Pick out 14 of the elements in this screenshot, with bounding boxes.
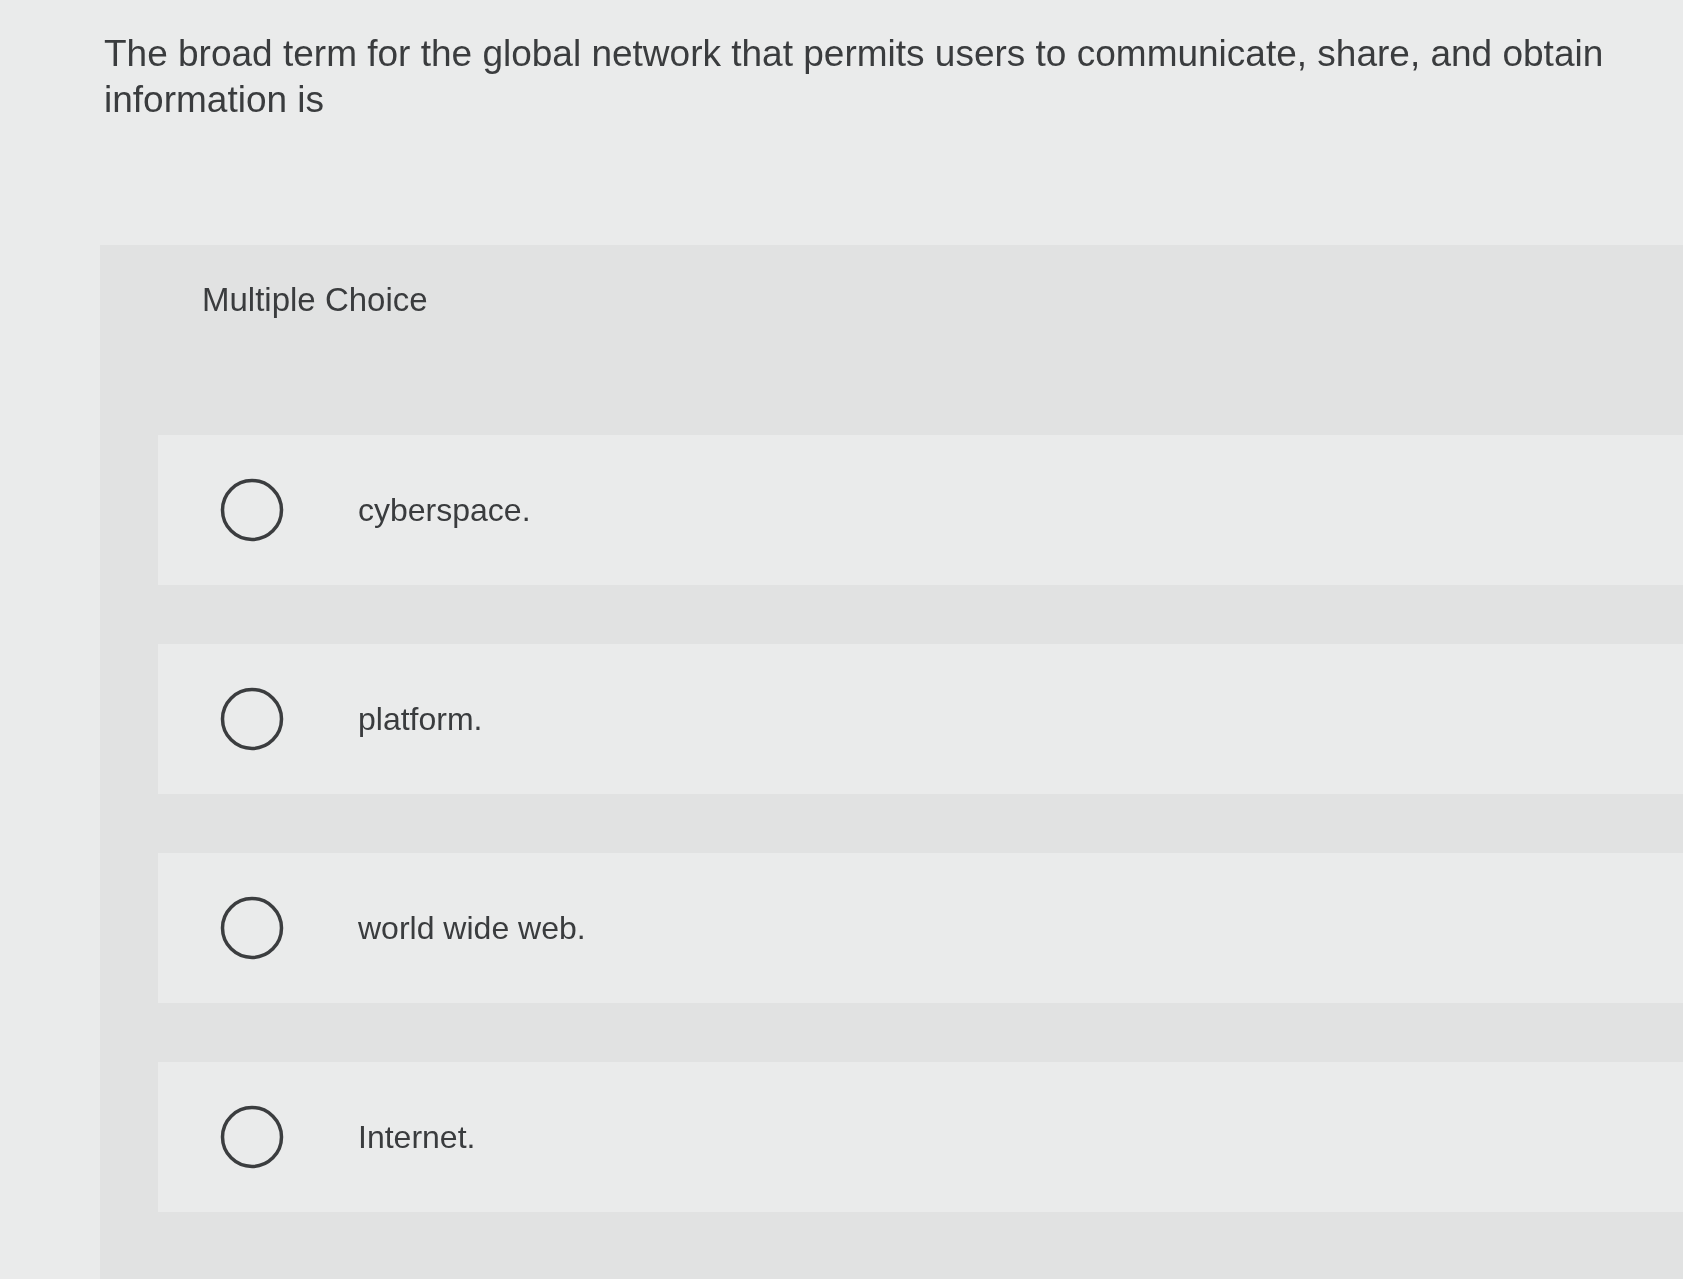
radio-button-icon[interactable]: [220, 478, 284, 542]
radio-button-icon[interactable]: [220, 896, 284, 960]
radio-button-icon[interactable]: [220, 1105, 284, 1169]
option-label: cyberspace.: [358, 491, 531, 529]
answer-option[interactable]: Internet.: [158, 1062, 1683, 1212]
section-heading: Multiple Choice: [202, 281, 428, 319]
question-text: The broad term for the global network that permits users to communicate, share, and obtain information is: [103, 32, 1605, 122]
option-label: world wide web.: [358, 909, 586, 947]
option-label: platform.: [358, 700, 483, 738]
option-label: Internet.: [358, 1118, 476, 1156]
answer-option[interactable]: cyberspace.: [158, 435, 1683, 585]
answer-option[interactable]: world wide web.: [158, 853, 1683, 1003]
answer-option[interactable]: platform.: [158, 644, 1683, 794]
radio-button-icon[interactable]: [220, 687, 284, 751]
